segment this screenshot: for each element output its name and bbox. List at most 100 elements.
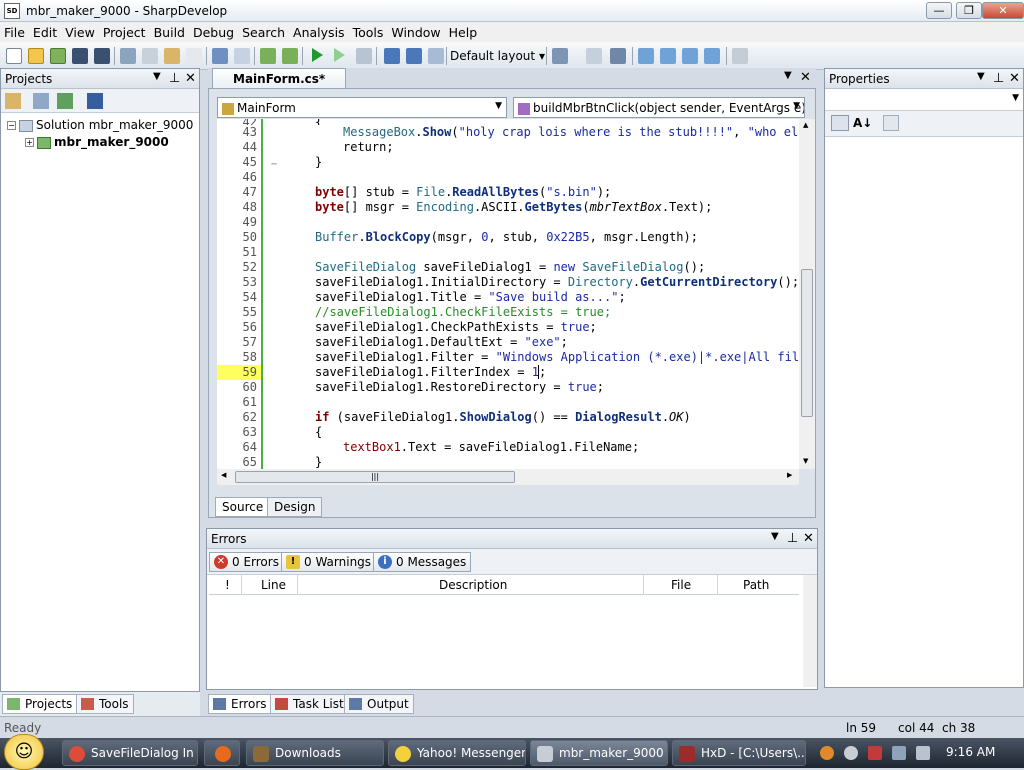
menu-debug[interactable]: Debug: [189, 22, 238, 40]
menu-project[interactable]: Project: [99, 22, 150, 40]
tab-design[interactable]: Design: [267, 497, 323, 517]
minus-icon[interactable]: [844, 746, 858, 760]
network-icon[interactable]: [892, 746, 906, 760]
panel-menu-icon[interactable]: ▼: [153, 71, 161, 82]
vertical-scrollbar[interactable]: [803, 575, 817, 687]
close-button[interactable]: ✕: [982, 2, 1024, 19]
scroll-up-icon[interactable]: ▲: [803, 121, 808, 129]
menu-help[interactable]: Help: [445, 22, 482, 40]
horizontal-scrollbar[interactable]: ◀ ||| ▶: [217, 469, 799, 485]
scroll-left-icon[interactable]: ◀: [221, 471, 226, 479]
network-error-icon[interactable]: [868, 746, 882, 760]
close-icon[interactable]: ✕: [803, 531, 814, 546]
menu-tools[interactable]: Tools: [349, 22, 388, 40]
redo-icon[interactable]: [234, 48, 250, 64]
scroll-down-icon[interactable]: ▼: [803, 457, 808, 465]
find-next-icon[interactable]: [660, 48, 676, 64]
cut-icon[interactable]: [120, 48, 136, 64]
errors-filter-button[interactable]: ✕ 0 Errors: [209, 552, 284, 572]
panel-menu-icon[interactable]: ▼: [977, 71, 985, 82]
tab-tools[interactable]: Tools: [76, 694, 134, 714]
menu-view[interactable]: View: [61, 22, 99, 40]
pin-icon[interactable]: ⊥: [169, 71, 180, 86]
refresh-icon[interactable]: [57, 93, 73, 109]
step-over-icon[interactable]: [384, 48, 400, 64]
replace-icon[interactable]: [704, 48, 720, 64]
panel-menu-icon[interactable]: ▼: [771, 531, 779, 542]
bookmark-icon[interactable]: [552, 48, 568, 64]
property-pages-icon[interactable]: [883, 115, 899, 131]
task-downloads[interactable]: Downloads: [246, 740, 384, 766]
categorized-icon[interactable]: [831, 115, 849, 131]
sort-alpha-icon[interactable]: A↓: [853, 115, 872, 131]
pin-icon[interactable]: ⊥: [787, 531, 798, 546]
show-all-files-icon[interactable]: [87, 93, 103, 109]
clock[interactable]: 9:16 AM: [946, 745, 995, 759]
tab-mainform[interactable]: MainForm.cs*: [212, 68, 347, 88]
find-prev-icon[interactable]: [682, 48, 698, 64]
rebuild-icon[interactable]: [282, 48, 298, 64]
layout-dropdown[interactable]: Default layout ▾: [450, 47, 545, 65]
step-into-icon[interactable]: [406, 48, 422, 64]
menu-window[interactable]: Window: [387, 22, 444, 40]
task-hxd[interactable]: HxD - [C:\Users\...: [672, 740, 806, 766]
tab-projects[interactable]: Projects: [2, 694, 78, 714]
col-path[interactable]: Path: [743, 578, 769, 592]
task-sharpdevelop[interactable]: mbr_maker_9000 ...: [530, 740, 668, 766]
tab-task-list[interactable]: Task List: [270, 694, 349, 714]
tab-output[interactable]: Output: [344, 694, 414, 714]
task-firefox[interactable]: [204, 740, 240, 766]
maximize-button[interactable]: ❐: [956, 2, 982, 19]
build-icon[interactable]: [260, 48, 276, 64]
messages-filter-button[interactable]: i0 Messages: [373, 552, 472, 572]
tab-source[interactable]: Source: [215, 497, 271, 517]
expand-icon[interactable]: +: [25, 138, 34, 147]
menu-search[interactable]: Search: [238, 22, 289, 40]
volume-icon[interactable]: [916, 746, 930, 760]
col-severity[interactable]: !: [225, 578, 230, 592]
save-all-icon[interactable]: [94, 48, 110, 64]
scroll-right-icon[interactable]: ▶: [787, 471, 792, 479]
class-combo[interactable]: MainForm ▼: [217, 97, 507, 118]
scroll-thumb[interactable]: [801, 269, 813, 417]
menu-edit[interactable]: Edit: [29, 22, 61, 40]
indent-icon[interactable]: [610, 48, 626, 64]
task-chrome[interactable]: SaveFileDialog In ...: [62, 740, 198, 766]
collapse-icon[interactable]: −: [7, 121, 16, 130]
new-file-icon[interactable]: [6, 48, 22, 64]
scroll-thumb[interactable]: |||: [235, 471, 515, 483]
minimize-button[interactable]: —: [926, 2, 952, 19]
close-icon[interactable]: ✕: [1009, 71, 1020, 86]
member-combo[interactable]: buildMbrBtnClick(object sender, EventArg…: [513, 97, 805, 118]
close-icon[interactable]: ✕: [800, 70, 811, 85]
menu-build[interactable]: Build: [150, 22, 189, 40]
stop-icon[interactable]: [356, 48, 372, 64]
tree-solution[interactable]: − Solution mbr_maker_9000: [7, 117, 193, 134]
run-without-debug-icon[interactable]: [334, 48, 345, 62]
search-icon[interactable]: [732, 48, 748, 64]
col-description[interactable]: Description: [439, 578, 507, 592]
open-folder-icon[interactable]: [28, 48, 44, 64]
warnings-filter-button[interactable]: ! 0 Warnings: [281, 552, 377, 572]
close-icon[interactable]: ✕: [185, 71, 196, 86]
code-area[interactable]: 42 43 44 45 46 47 48 49 50 51 52 53 54 5…: [217, 119, 799, 469]
find-icon[interactable]: [638, 48, 654, 64]
open-project-icon[interactable]: [50, 48, 66, 64]
properties-icon[interactable]: [5, 93, 21, 109]
paste-icon[interactable]: [164, 48, 180, 64]
step-out-icon[interactable]: [428, 48, 444, 64]
object-selector[interactable]: ▼: [825, 89, 1023, 111]
search-icon[interactable]: [820, 746, 834, 760]
vertical-scrollbar[interactable]: ▲ ▼: [799, 119, 815, 469]
tab-menu-icon[interactable]: ▼: [784, 70, 792, 81]
copy-icon[interactable]: [142, 48, 158, 64]
run-icon[interactable]: [312, 48, 323, 62]
task-yahoo[interactable]: Yahoo! Messenger: [388, 740, 526, 766]
col-line[interactable]: Line: [261, 578, 286, 592]
bookmark-next-icon[interactable]: [586, 48, 602, 64]
tree-project[interactable]: + mbr_maker_9000: [7, 134, 193, 151]
col-file[interactable]: File: [671, 578, 691, 592]
collapse-all-icon[interactable]: [33, 93, 49, 109]
undo-icon[interactable]: [212, 48, 228, 64]
delete-icon[interactable]: [186, 48, 202, 64]
